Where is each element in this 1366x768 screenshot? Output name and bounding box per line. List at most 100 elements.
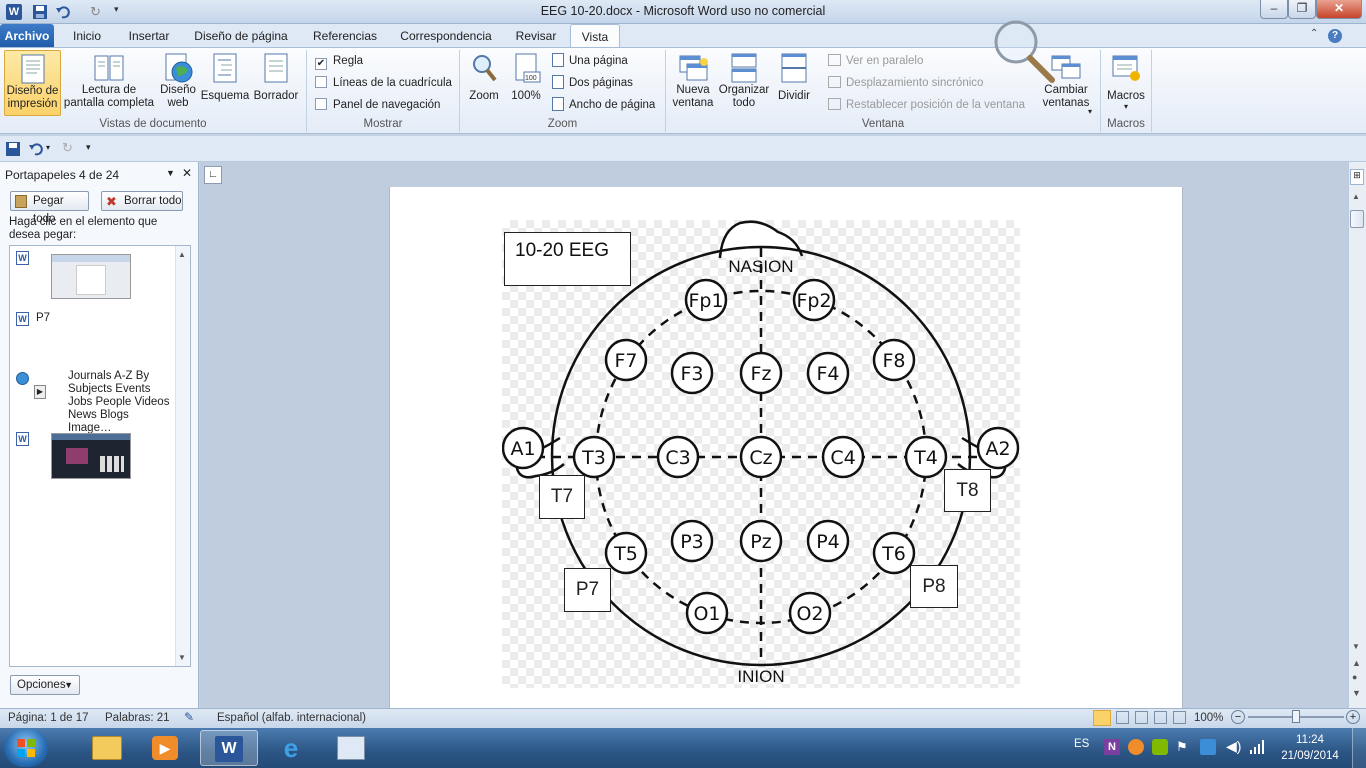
undo-icon[interactable] [28,141,44,157]
clip-item-p7[interactable]: P7 [36,312,50,325]
scroll-up-icon[interactable]: ▲ [178,250,186,259]
scroll-thumb[interactable] [1350,210,1364,228]
clear-all-button[interactable]: Borrar todo ✖ [101,191,183,211]
macros-button[interactable]: Macros ▾ [1104,50,1148,116]
save-icon[interactable] [6,142,20,156]
language-indicator[interactable]: Español (alfab. internacional) [217,710,366,726]
tray-date[interactable]: 21/09/2014 [1280,750,1340,762]
two-pages-button[interactable]: Dos páginas [552,74,633,92]
tab-diseno-pagina[interactable]: Diseño de página [186,24,296,48]
customize-qat-icon[interactable]: ▾ [86,142,91,153]
options-button[interactable]: Opciones ▼ [10,675,80,695]
clip-item-web[interactable]: Journals A-Z By Subjects Events Jobs Peo… [68,370,172,435]
previous-page-icon[interactable]: ▲ [1352,658,1361,668]
navpane-check-box[interactable] [315,98,327,110]
next-page-icon[interactable]: ▼ [1352,688,1361,698]
word-count[interactable]: Palabras: 21 [105,710,170,726]
gridlines-checkbox[interactable]: Líneas de la cuadrícula [315,75,452,91]
outline-button[interactable]: Esquema [200,50,250,116]
help-icon[interactable]: ? [1328,29,1342,43]
magnifier-icon [468,52,500,86]
tray-language[interactable]: ES [1074,738,1089,750]
web-layout-button[interactable]: Diseño web [156,50,200,116]
taskbar-ie[interactable]: e [262,730,320,766]
collapse-ribbon-icon[interactable]: ⌃ [1310,28,1318,39]
zoom-button[interactable]: Zoom [464,50,504,116]
eeg-figure[interactable]: Fp1 Fp2 F7 F3 Fz F4 F8 A1 T3 C3 Cz C4 T4 A2 T5 P3 Pz P4 T6… [502,220,1020,688]
minimize-button[interactable]: – [1260,0,1288,19]
arrange-all-button[interactable]: Organizar todo [716,50,772,116]
print-layout-view-icon[interactable] [1093,710,1111,726]
update-tray-icon[interactable] [1128,739,1144,755]
onenote-tray-icon[interactable]: N [1104,739,1120,755]
scroll-up-icon[interactable]: ▲ [1352,192,1360,201]
taskbar-explorer[interactable] [78,730,136,766]
split-button[interactable]: Dividir [772,50,816,116]
ruler-check-box[interactable]: ✔ [315,58,327,70]
gridlines-check-box[interactable] [315,76,327,88]
zoom-in-icon[interactable]: + [1346,710,1360,724]
new-window-button[interactable]: Nueva ventana [670,50,716,116]
label-box-t8[interactable]: T8 [944,469,991,512]
start-button[interactable] [4,729,48,767]
tab-archivo[interactable]: Archivo [0,24,54,48]
taskbar-word[interactable]: W [200,730,258,766]
paste-all-button[interactable]: Pegar todo [10,191,89,225]
scroll-down-icon[interactable]: ▼ [1352,642,1360,651]
tab-insertar[interactable]: Insertar [120,24,178,48]
proofing-icon[interactable]: ✎ [184,710,202,726]
zoom-level[interactable]: 100% [1194,710,1223,726]
outline-view-icon[interactable] [1154,711,1167,724]
tray-time[interactable]: 11:24 [1280,734,1340,746]
label-box-t7[interactable]: T7 [539,475,585,519]
label-box-p8[interactable]: P8 [910,565,958,608]
clipboard-scrollbar[interactable] [175,246,190,666]
show-desktop-button[interactable] [1352,728,1366,768]
close-button[interactable]: ✕ [1316,0,1362,19]
pane-close-icon[interactable]: ✕ [182,166,192,180]
undo-dropdown-icon[interactable]: ▾ [46,143,50,152]
security-tray-icon[interactable] [1200,739,1216,755]
draft-button[interactable]: Borrador [250,50,302,116]
web-view-icon[interactable] [1135,711,1148,724]
pane-menu-icon[interactable]: ▼ [166,168,175,178]
tab-inicio[interactable]: Inicio [62,24,112,48]
zoom-slider-thumb[interactable] [1292,710,1300,723]
tab-vista[interactable]: Vista [570,24,620,48]
print-layout-button[interactable]: Diseño de impresión [4,50,61,116]
taskbar-snipping-tool[interactable] [322,730,380,766]
zoom-out-icon[interactable]: − [1231,710,1245,724]
maximize-button[interactable]: ❐ [1288,0,1316,19]
navigation-pane-checkbox[interactable]: Panel de navegación [315,97,440,113]
page-count[interactable]: Página: 1 de 17 [8,710,89,726]
taskbar-media-player[interactable]: ▶ [136,730,194,766]
flag-icon[interactable]: ⚑ [1176,739,1188,755]
redo-icon[interactable]: ↻ [62,140,73,156]
clip-item-screenshot-2[interactable] [51,433,131,479]
view-side-by-side-button[interactable]: Ver en paralelo [828,52,923,70]
tab-referencias[interactable]: Referencias [304,24,386,48]
ruler-toggle-icon[interactable]: ⊞ [1350,169,1364,185]
draft-view-icon[interactable] [1173,711,1186,724]
item-expand-icon[interactable]: ▶ [34,385,46,399]
page-width-button[interactable]: Ancho de página [552,96,655,114]
scroll-down-icon[interactable]: ▼ [178,653,186,662]
full-screen-reading-button[interactable]: Lectura de pantalla completa [62,50,156,116]
clip-item-screenshot-1[interactable] [51,254,131,299]
signal-strength-icon[interactable] [1250,740,1264,754]
label-box-p7[interactable]: P7 [564,568,611,612]
tab-revisar[interactable]: Revisar [506,24,566,48]
eeg-title-box[interactable]: 10-20 EEG [504,232,631,286]
tab-correspondencia[interactable]: Correspondencia [394,24,498,48]
volume-icon[interactable]: ◀) [1226,738,1241,755]
browse-object-icon[interactable]: ● [1352,672,1357,682]
network-tray-icon[interactable] [1152,739,1168,755]
one-page-button[interactable]: Una página [552,52,628,70]
vertical-scrollbar[interactable] [1348,162,1366,708]
reset-window-position-button[interactable]: Restablecer posición de la ventana [828,96,1025,114]
ruler-checkbox[interactable]: ✔ Regla [315,53,363,70]
tab-stop-selector[interactable]: ∟ [204,166,222,184]
sync-scroll-button[interactable]: Desplazamiento sincrónico [828,74,983,92]
reading-view-icon[interactable] [1116,711,1129,724]
zoom-100-button[interactable]: 100 100% [506,50,546,116]
